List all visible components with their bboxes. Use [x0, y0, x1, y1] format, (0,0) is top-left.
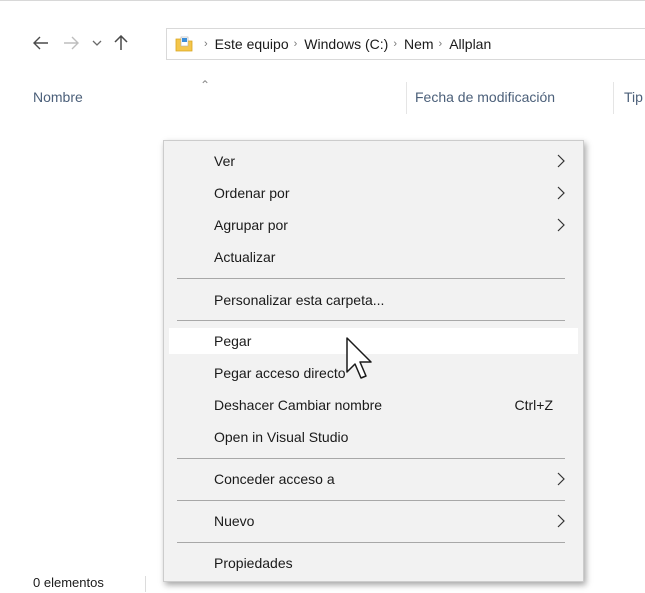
folder-icon	[175, 36, 193, 52]
column-date-modified[interactable]: Fecha de modificación	[415, 89, 555, 105]
chevron-right-icon	[557, 218, 565, 232]
arrow-left-icon	[33, 36, 48, 50]
menu-shortcut: Ctrl+Z	[514, 397, 554, 413]
breadcrumb-allplan[interactable]: Allplan	[449, 36, 491, 52]
chevron-right-icon	[557, 186, 565, 200]
item-count: 0 elementos	[33, 575, 104, 590]
up-button[interactable]	[110, 32, 132, 54]
forward-button[interactable]	[60, 32, 82, 54]
menu-item-nuevo[interactable]: Nuevo	[169, 508, 578, 534]
menu-item-conceder-acceso[interactable]: Conceder acceso a	[169, 466, 578, 492]
chevron-right-icon	[557, 514, 565, 528]
recent-locations-button[interactable]	[86, 32, 108, 54]
breadcrumb-separator[interactable]: ›	[393, 38, 397, 50]
arrow-right-icon	[64, 36, 79, 50]
menu-separator	[177, 458, 565, 459]
menu-item-label: Ordenar por	[214, 185, 290, 201]
breadcrumb-separator[interactable]: ›	[439, 38, 443, 50]
menu-separator	[177, 278, 565, 279]
menu-item-agrupar-por[interactable]: Agrupar por	[169, 212, 578, 238]
column-divider[interactable]	[406, 82, 407, 114]
menu-item-label: Ver	[214, 153, 236, 169]
menu-item-label: Nuevo	[214, 513, 255, 529]
column-name[interactable]: Nombre	[33, 89, 83, 105]
breadcrumb-separator: ›	[204, 38, 208, 50]
menu-item-personalizar-carpeta[interactable]: Personalizar esta carpeta...	[169, 287, 578, 313]
menu-item-label: Conceder acceso a	[214, 471, 335, 487]
chevron-down-icon	[92, 40, 102, 46]
column-divider[interactable]	[613, 82, 614, 114]
menu-separator	[177, 500, 565, 501]
address-bar[interactable]: › Este equipo › Windows (C:) › Nem › All…	[166, 28, 645, 60]
menu-item-label: Agrupar por	[214, 217, 288, 233]
chevron-right-icon	[557, 472, 565, 486]
navigation-bar: › Este equipo › Windows (C:) › Nem › All…	[0, 24, 645, 64]
arrow-up-icon	[114, 35, 128, 50]
sort-ascending-icon: ⌃	[200, 78, 211, 92]
breadcrumb-nem[interactable]: Nem	[404, 36, 434, 52]
menu-item-label: Propiedades	[214, 555, 293, 571]
column-type[interactable]: Tip	[624, 89, 643, 105]
breadcrumb-windows-c[interactable]: Windows (C:)	[304, 36, 388, 52]
breadcrumb-este-equipo[interactable]: Este equipo	[215, 36, 289, 52]
mouse-pointer-icon	[346, 337, 372, 379]
menu-item-label: Open in Visual Studio	[214, 429, 349, 445]
status-divider	[145, 576, 146, 592]
menu-item-ordenar-por[interactable]: Ordenar por	[169, 180, 578, 206]
menu-item-deshacer-cambiar-nombre[interactable]: Deshacer Cambiar nombre Ctrl+Z	[169, 392, 578, 418]
menu-separator	[177, 542, 565, 543]
menu-item-actualizar[interactable]: Actualizar	[169, 244, 578, 270]
menu-item-label: Personalizar esta carpeta...	[214, 292, 385, 308]
back-button[interactable]	[30, 32, 52, 54]
menu-item-ver[interactable]: Ver	[169, 148, 578, 174]
menu-item-label: Actualizar	[214, 249, 276, 265]
menu-item-label: Pegar	[214, 333, 252, 349]
menu-separator	[177, 320, 565, 321]
breadcrumb-separator[interactable]: ›	[294, 38, 298, 50]
menu-item-propiedades[interactable]: Propiedades	[169, 550, 578, 576]
menu-item-label: Deshacer Cambiar nombre	[214, 397, 383, 413]
menu-item-open-in-visual-studio[interactable]: Open in Visual Studio	[169, 424, 578, 450]
chevron-right-icon	[557, 154, 565, 168]
column-header: ⌃ Nombre Fecha de modificación Tip	[0, 78, 645, 114]
menu-item-label: Pegar acceso directo	[214, 365, 346, 381]
